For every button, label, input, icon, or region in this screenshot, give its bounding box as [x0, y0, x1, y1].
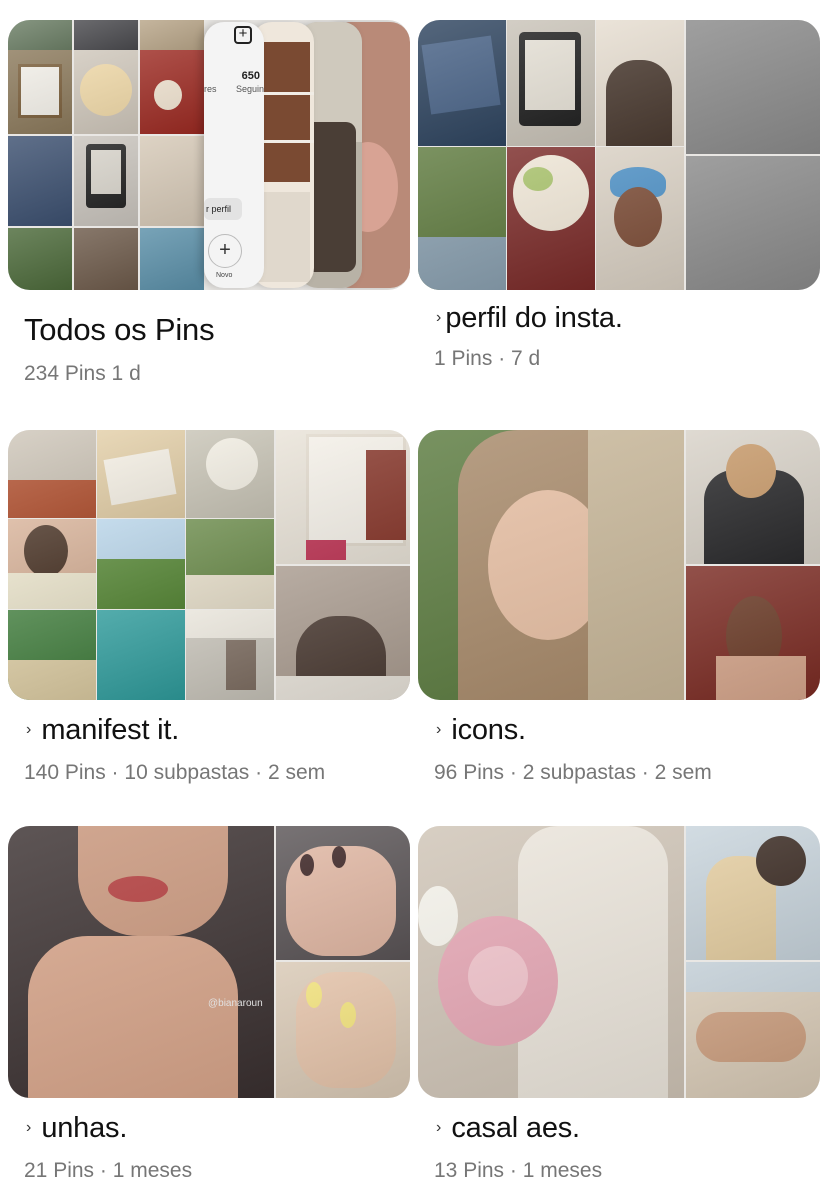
pin-thumbnail: [8, 430, 96, 518]
pin-thumbnail: [186, 610, 274, 700]
board-cover[interactable]: + 650 res Seguin r perfil + Novo: [8, 20, 410, 290]
board-cover[interactable]: @bianaroun: [8, 826, 410, 1098]
followers-label: res: [204, 84, 217, 94]
plus-circle-icon: +: [208, 234, 242, 268]
board-meta: 96 Pins · 2 subpastas · 2 sem: [434, 761, 712, 784]
pin-thumbnail: [186, 430, 274, 518]
pin-thumbnail: @bianaroun: [8, 826, 274, 1098]
board-cover[interactable]: [418, 826, 820, 1098]
add-icon: +: [234, 26, 252, 44]
pin-thumbnail: [418, 826, 684, 1098]
pin-thumbnail: [8, 136, 72, 226]
pin-thumbnail: [507, 147, 595, 290]
pin-thumbnail: [596, 20, 684, 146]
profile-button: r perfil: [204, 198, 242, 220]
board-cover[interactable]: [8, 430, 410, 700]
pin-thumbnail: [418, 430, 684, 700]
empty-placeholder: [686, 156, 820, 290]
board-meta: 1 Pins · 7 d: [434, 347, 541, 370]
pin-thumbnail: [8, 20, 72, 50]
board-title[interactable]: unhas.: [41, 1112, 127, 1145]
pin-thumbnail: [140, 20, 204, 50]
board-todos-os-pins[interactable]: + 650 res Seguin r perfil + Novo Todos o…: [8, 20, 410, 386]
pin-thumbnail: [140, 136, 204, 226]
board-meta: 21 Pins · 1 meses: [24, 1159, 193, 1182]
pin-thumbnail: [8, 519, 96, 609]
pin-thumbnail: [686, 430, 820, 564]
chevron-right-icon: ›: [436, 1118, 442, 1136]
board-icons[interactable]: › icons. 96 Pins · 2 subpastas · 2 sem: [418, 430, 820, 785]
following-count: 650: [241, 70, 260, 82]
board-title[interactable]: icons.: [451, 714, 526, 747]
new-label: Novo: [216, 272, 233, 279]
board-title[interactable]: casal aes.: [451, 1112, 580, 1145]
board-meta: 13 Pins · 1 meses: [434, 1159, 603, 1182]
chevron-right-icon: ›: [436, 720, 442, 738]
pin-thumbnail: [418, 20, 506, 146]
board-perfil-do-insta[interactable]: › perfil do insta. 1 Pins · 7 d: [418, 20, 820, 371]
board-title[interactable]: manifest it.: [41, 714, 179, 747]
pin-thumbnail: [276, 430, 410, 564]
pin-thumbnail: [97, 519, 185, 609]
pin-thumbnail: [8, 50, 72, 134]
following-label: Seguin: [235, 84, 264, 94]
chevron-right-icon: ›: [26, 720, 32, 738]
pin-thumbnail: [74, 50, 138, 134]
board-casal-aes[interactable]: › casal aes. 13 Pins · 1 meses: [418, 826, 820, 1183]
board-manifest-it[interactable]: › manifest it. 140 Pins · 10 subpastas ·…: [8, 430, 410, 785]
pin-thumbnail: [596, 147, 684, 290]
board-cover[interactable]: [418, 20, 820, 290]
pin-thumbnail: [186, 519, 274, 609]
pin-thumbnail: [140, 228, 204, 290]
pin-thumbnail: [97, 430, 185, 518]
pin-thumbnail: [74, 136, 138, 226]
pin-thumbnail: [686, 566, 820, 700]
pin-thumbnail: [686, 826, 820, 960]
board-meta: 140 Pins · 10 subpastas · 2 sem: [24, 761, 326, 784]
pin-thumbnail: [140, 50, 204, 134]
pin-thumbnail: [8, 610, 96, 700]
pin-thumbnail: [74, 228, 138, 290]
pin-thumbnail: [686, 962, 820, 1098]
pin-thumbnail: [418, 147, 506, 290]
board-title[interactable]: perfil do insta.: [445, 302, 623, 335]
pin-thumbnail: [276, 566, 410, 700]
watermark: @bianaroun: [208, 998, 263, 1009]
profile-preview-card: + 650 res Seguin r perfil + Novo: [204, 22, 264, 288]
board-cover[interactable]: [418, 430, 820, 700]
pin-thumbnail: [8, 228, 72, 290]
empty-placeholder: [686, 20, 820, 154]
board-meta: 234 Pins 1 d: [24, 362, 141, 385]
pin-thumbnail: [507, 20, 595, 146]
pin-thumbnail: [276, 962, 410, 1098]
chevron-right-icon: ›: [436, 308, 442, 326]
pin-thumbnail: [74, 20, 138, 50]
chevron-right-icon: ›: [26, 1118, 32, 1136]
board-unhas[interactable]: @bianaroun › unhas. 21 Pins · 1 meses: [8, 826, 410, 1183]
pin-thumbnail: [276, 826, 410, 960]
board-title[interactable]: Todos os Pins: [24, 312, 215, 348]
pin-thumbnail: [97, 610, 185, 700]
